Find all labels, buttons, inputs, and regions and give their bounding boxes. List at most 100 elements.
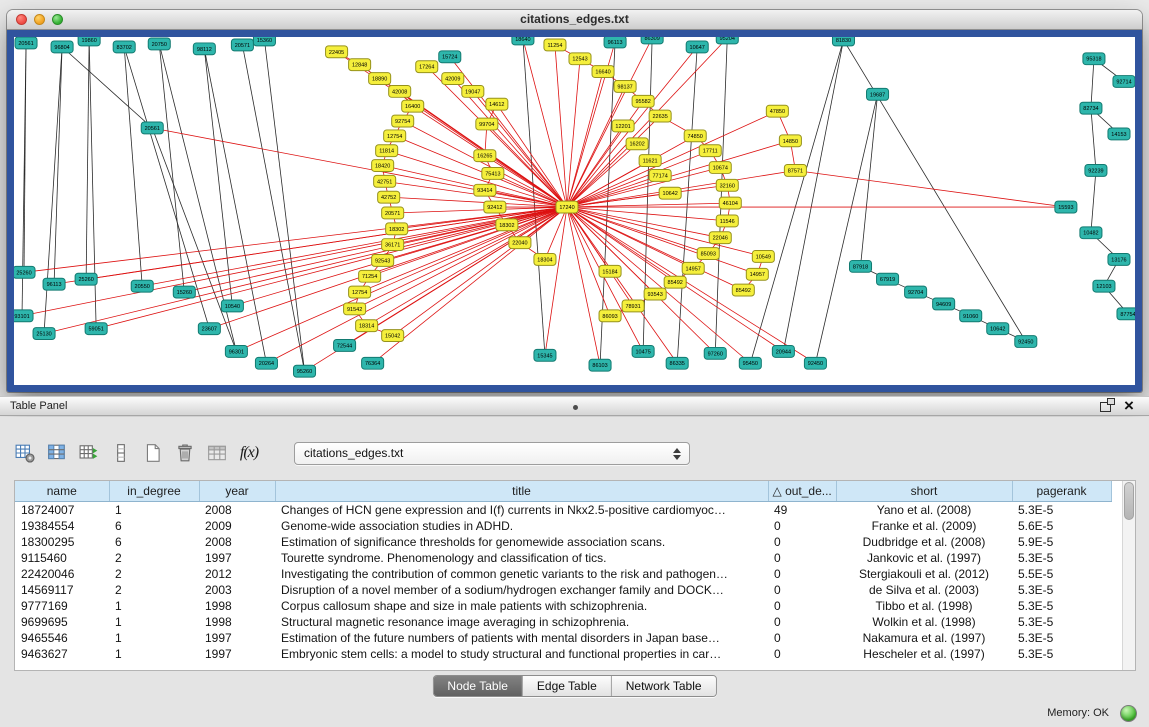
graph-node[interactable]: 91060 — [960, 310, 982, 322]
graph-node[interactable]: 15345 — [534, 349, 556, 361]
graph-node[interactable]: 99704 — [476, 118, 498, 130]
graph-node[interactable]: 12754 — [384, 130, 406, 142]
show-columns-button[interactable] — [44, 440, 70, 466]
table-row[interactable]: 977716911998Corpus callosum shape and si… — [15, 598, 1111, 614]
graph-node[interactable]: 20561 — [15, 37, 37, 49]
graph-node[interactable]: 16640 — [592, 66, 614, 78]
graph-node[interactable]: 17240 — [556, 201, 578, 213]
graph-node[interactable]: 91542 — [344, 303, 366, 315]
graph-node[interactable]: 75413 — [482, 168, 504, 180]
graph-node[interactable]: 20571 — [231, 39, 253, 51]
graph-node[interactable]: 93414 — [474, 184, 496, 196]
graph-node[interactable]: 19687 — [867, 88, 889, 100]
graph-node[interactable]: 11621 — [639, 155, 661, 167]
column-header-name[interactable]: name — [15, 481, 109, 502]
graph-node[interactable]: 10642 — [659, 187, 681, 199]
graph-node[interactable]: 13176 — [1108, 254, 1130, 266]
graph-node[interactable]: 15260 — [173, 286, 195, 298]
graph-node[interactable]: 87754 — [1117, 308, 1135, 320]
graph-node[interactable]: 14957 — [746, 268, 768, 280]
graph-node[interactable]: 11254 — [544, 39, 566, 51]
graph-node[interactable]: 16265 — [474, 150, 496, 162]
tab-node-table[interactable]: Node Table — [433, 676, 523, 696]
column-header-out_degree[interactable]: △ out_de... — [768, 481, 836, 502]
graph-node[interactable]: 86103 — [589, 359, 611, 371]
graph-node[interactable]: 18890 — [369, 73, 391, 85]
column-header-title[interactable]: title — [275, 481, 768, 502]
graph-node[interactable]: 17264 — [416, 61, 438, 73]
graph-node[interactable]: 98137 — [614, 81, 636, 93]
column-header-pagerank[interactable]: pagerank — [1012, 481, 1111, 502]
graph-node[interactable]: 10647 — [686, 41, 708, 53]
graph-node[interactable]: 94609 — [933, 298, 955, 310]
table-panel-header[interactable]: Table Panel — [0, 396, 1149, 416]
table-row[interactable]: 911546021997Tourette syndrome. Phenomeno… — [15, 550, 1111, 566]
graph-node[interactable]: 46104 — [719, 197, 741, 209]
graph-node[interactable]: 15724 — [439, 51, 461, 63]
graph-node[interactable]: 86309 — [641, 37, 663, 44]
graph-node[interactable]: 47850 — [766, 105, 788, 117]
minimize-window-button[interactable] — [34, 14, 45, 25]
graph-node[interactable]: 92543 — [372, 255, 394, 267]
graph-node[interactable]: 95582 — [632, 95, 654, 107]
graph-node[interactable]: 93543 — [644, 288, 666, 300]
graph-node[interactable]: 25130 — [33, 328, 55, 340]
graph-node[interactable]: 96113 — [604, 37, 626, 48]
graph-node[interactable]: 22040 — [509, 237, 531, 249]
graph-node[interactable]: 96301 — [225, 345, 247, 357]
graph-node[interactable]: 93101 — [14, 310, 33, 322]
network-canvas[interactable]: 1724022405128481889042008164009275412754… — [14, 37, 1135, 385]
graph-node[interactable]: 15184 — [599, 265, 621, 277]
graph-node[interactable]: 22635 — [649, 110, 671, 122]
graph-node[interactable]: 92754 — [392, 115, 414, 127]
graph-node[interactable]: 85093 — [697, 248, 719, 260]
graph-node[interactable]: 10549 — [752, 251, 774, 263]
graph-node[interactable]: 17711 — [699, 145, 721, 157]
column-header-in_degree[interactable]: in_degree — [109, 481, 199, 502]
column-header-year[interactable]: year — [199, 481, 275, 502]
graph-node[interactable]: 14153 — [1108, 128, 1130, 140]
close-panel-icon[interactable] — [1121, 397, 1137, 415]
graph-node[interactable]: 16400 — [402, 100, 424, 112]
graph-node[interactable]: 20571 — [382, 207, 404, 219]
graph-node[interactable]: 14957 — [682, 262, 704, 274]
graph-node[interactable]: 42751 — [374, 175, 396, 187]
table-row[interactable]: 946362711997Embryonic stem cells: a mode… — [15, 646, 1111, 662]
graph-node[interactable]: 10674 — [709, 162, 731, 174]
graph-node[interactable]: 18420 — [372, 160, 394, 172]
graph-node[interactable]: 10642 — [987, 323, 1009, 335]
graph-node[interactable]: 25260 — [75, 273, 97, 285]
table-row[interactable]: 1872400712008Changes of HCN gene express… — [15, 502, 1111, 519]
graph-node[interactable]: 85492 — [664, 276, 686, 288]
table-options-button[interactable] — [12, 440, 38, 466]
graph-node[interactable]: 96804 — [51, 41, 73, 53]
close-window-button[interactable] — [16, 14, 27, 25]
graph-node[interactable]: 86093 — [599, 310, 621, 322]
new-document-button[interactable] — [140, 440, 166, 466]
graph-node[interactable]: 12201 — [612, 120, 634, 132]
graph-node[interactable]: 92704 — [905, 286, 927, 298]
graph-node[interactable]: 18302 — [386, 223, 408, 235]
graph-node[interactable]: 92714 — [1113, 76, 1135, 88]
graph-node[interactable]: 82734 — [1080, 102, 1102, 114]
table-name-combobox[interactable]: citations_edges.txt — [294, 442, 690, 465]
function-builder-button[interactable]: f(x) — [236, 440, 262, 466]
graph-node[interactable]: 59051 — [85, 323, 107, 335]
delete-button[interactable] — [172, 440, 198, 466]
graph-node[interactable]: 42752 — [378, 191, 400, 203]
graph-node[interactable]: 12848 — [349, 59, 371, 71]
graph-node[interactable]: 10540 — [221, 300, 243, 312]
graph-node[interactable]: 97260 — [704, 347, 726, 359]
graph-node[interactable]: 92450 — [1015, 336, 1037, 348]
graph-node[interactable]: 15593 — [1055, 201, 1077, 213]
graph-node[interactable]: 12754 — [349, 286, 371, 298]
graph-node[interactable]: 14612 — [486, 98, 508, 110]
import-table-button[interactable] — [204, 440, 230, 466]
graph-node[interactable]: 87571 — [784, 165, 806, 177]
window-titlebar[interactable]: citations_edges.txt — [7, 10, 1142, 30]
float-panel-icon[interactable] — [1100, 402, 1111, 412]
graph-node[interactable]: 20561 — [141, 122, 163, 134]
graph-node[interactable]: 92412 — [484, 201, 506, 213]
graph-node[interactable]: 11546 — [716, 215, 738, 227]
graph-node[interactable]: 18640 — [512, 37, 534, 45]
